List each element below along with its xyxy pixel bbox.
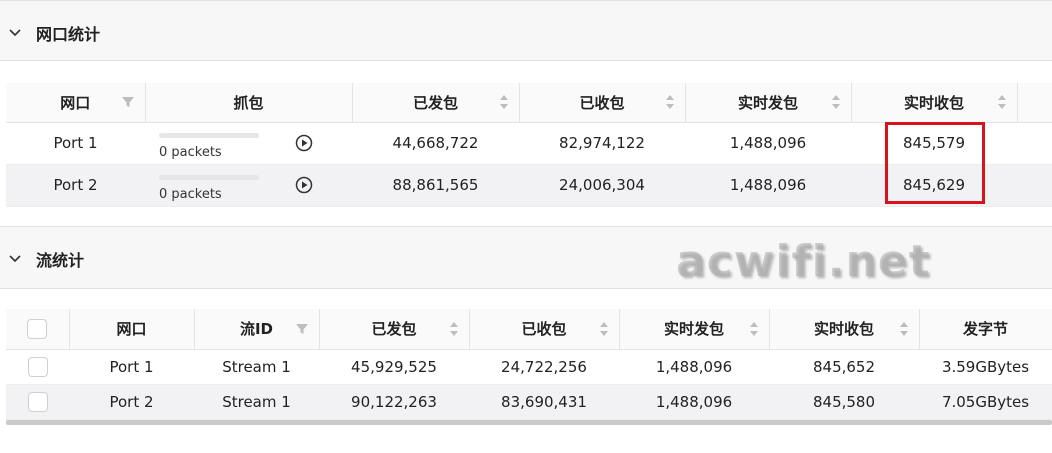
col-rt-received[interactable]: 实时收包 bbox=[851, 83, 1018, 123]
cell-capture: 0 packets bbox=[145, 164, 352, 207]
select-all-checkbox[interactable] bbox=[27, 318, 48, 339]
cell-rt-sent: 1,488,096 bbox=[685, 122, 851, 165]
sort-icon[interactable] bbox=[831, 94, 841, 110]
capture-progress-bar bbox=[159, 132, 259, 138]
col-sent[interactable]: 已发包 bbox=[352, 83, 520, 123]
cell-capture: 0 packets bbox=[145, 122, 352, 165]
capture-count: 0 packets bbox=[159, 186, 222, 202]
sort-icon[interactable] bbox=[599, 321, 609, 337]
cell-received: 82,974,122 bbox=[519, 122, 685, 165]
port-stats-title: 网口统计 bbox=[36, 25, 101, 44]
stream-stats-table: 网口 流ID 已发包 已收包 实时发包 实时收包 发字节 Port 1 Stre… bbox=[6, 309, 1052, 420]
table-row[interactable]: Port 1 Stream 1 45,929,525 24,722,256 1,… bbox=[6, 349, 1052, 385]
play-circle-icon[interactable] bbox=[295, 134, 313, 152]
port-stats-header[interactable]: 网口统计 bbox=[0, 0, 1052, 61]
table-row[interactable]: Port 2 Stream 1 90,122,263 83,690,431 1,… bbox=[6, 384, 1052, 420]
cell-received: 83,690,431 bbox=[469, 384, 619, 420]
chevron-down-icon[interactable] bbox=[8, 251, 22, 265]
horizontal-scrollbar[interactable] bbox=[6, 420, 1052, 425]
cell-sent: 88,861,565 bbox=[352, 164, 519, 207]
sort-icon[interactable] bbox=[499, 94, 509, 110]
cell-bytes: 3.59GBytes bbox=[919, 349, 1052, 385]
col-extra bbox=[1017, 83, 1052, 123]
highlight-box bbox=[885, 122, 985, 204]
cell-rt-received: 845,652 bbox=[769, 349, 919, 385]
col-received[interactable]: 已收包 bbox=[469, 309, 620, 350]
cell-sent: 44,668,722 bbox=[352, 122, 519, 165]
col-select[interactable] bbox=[6, 309, 70, 350]
chevron-down-icon[interactable] bbox=[8, 25, 22, 39]
cell-rt-sent: 1,488,096 bbox=[685, 164, 851, 207]
col-port[interactable]: 网口 bbox=[6, 83, 146, 123]
cell-extra bbox=[1017, 122, 1052, 165]
cell-sent: 90,122,263 bbox=[319, 384, 469, 420]
cell-stream: Stream 1 bbox=[194, 384, 319, 420]
col-stream-id[interactable]: 流ID bbox=[194, 309, 320, 350]
col-rt-sent[interactable]: 实时发包 bbox=[685, 83, 852, 123]
col-capture: 抓包 bbox=[145, 83, 353, 123]
stream-stats-panel: 网口 流ID 已发包 已收包 实时发包 实时收包 发字节 Port 1 Stre… bbox=[0, 288, 1052, 453]
cell-port: Port 2 bbox=[6, 164, 145, 207]
capture-progress-bar bbox=[159, 174, 259, 180]
cell-rt-sent: 1,488,096 bbox=[619, 349, 769, 385]
cell-rt-sent: 1,488,096 bbox=[619, 384, 769, 420]
col-rt-sent[interactable]: 实时发包 bbox=[619, 309, 770, 350]
cell-port: Port 1 bbox=[69, 349, 194, 385]
sort-icon[interactable] bbox=[997, 94, 1007, 110]
sort-icon[interactable] bbox=[665, 94, 675, 110]
cell-rt-received: 845,580 bbox=[769, 384, 919, 420]
cell-port: Port 2 bbox=[69, 384, 194, 420]
filter-icon[interactable] bbox=[295, 322, 309, 336]
col-sent[interactable]: 已发包 bbox=[319, 309, 470, 350]
cell-port: Port 1 bbox=[6, 122, 145, 165]
col-port: 网口 bbox=[69, 309, 195, 350]
col-rt-received[interactable]: 实时收包 bbox=[769, 309, 920, 350]
cell-received: 24,722,256 bbox=[469, 349, 619, 385]
cell-sent: 45,929,525 bbox=[319, 349, 469, 385]
sort-icon[interactable] bbox=[449, 321, 459, 337]
sort-icon[interactable] bbox=[899, 321, 909, 337]
cell-bytes: 7.05GBytes bbox=[919, 384, 1052, 420]
cell-received: 24,006,304 bbox=[519, 164, 685, 207]
row-checkbox[interactable] bbox=[27, 391, 48, 412]
col-received[interactable]: 已收包 bbox=[519, 83, 686, 123]
watermark: acwifi.net bbox=[676, 236, 931, 287]
stream-stats-title: 流统计 bbox=[36, 251, 85, 270]
row-checkbox[interactable] bbox=[27, 356, 48, 377]
cell-stream: Stream 1 bbox=[194, 349, 319, 385]
capture-count: 0 packets bbox=[159, 144, 222, 160]
cell-extra bbox=[1017, 164, 1052, 207]
sort-icon[interactable] bbox=[749, 321, 759, 337]
play-circle-icon[interactable] bbox=[295, 176, 313, 194]
col-bytes: 发字节 bbox=[919, 309, 1052, 350]
filter-icon[interactable] bbox=[121, 95, 135, 109]
